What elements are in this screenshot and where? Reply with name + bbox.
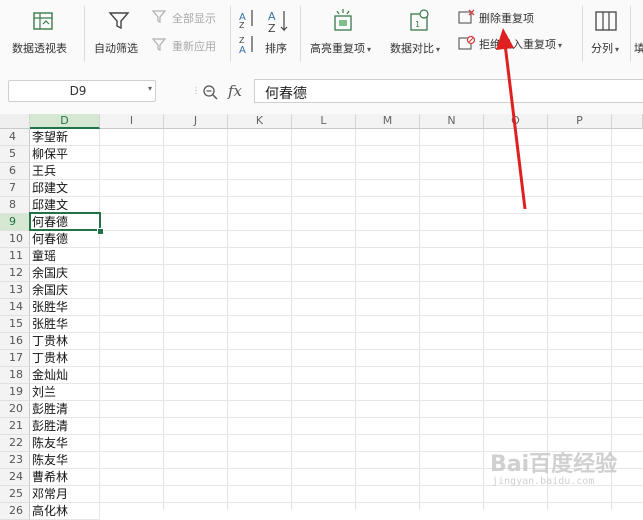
- red-annotation-arrow: [496, 28, 527, 210]
